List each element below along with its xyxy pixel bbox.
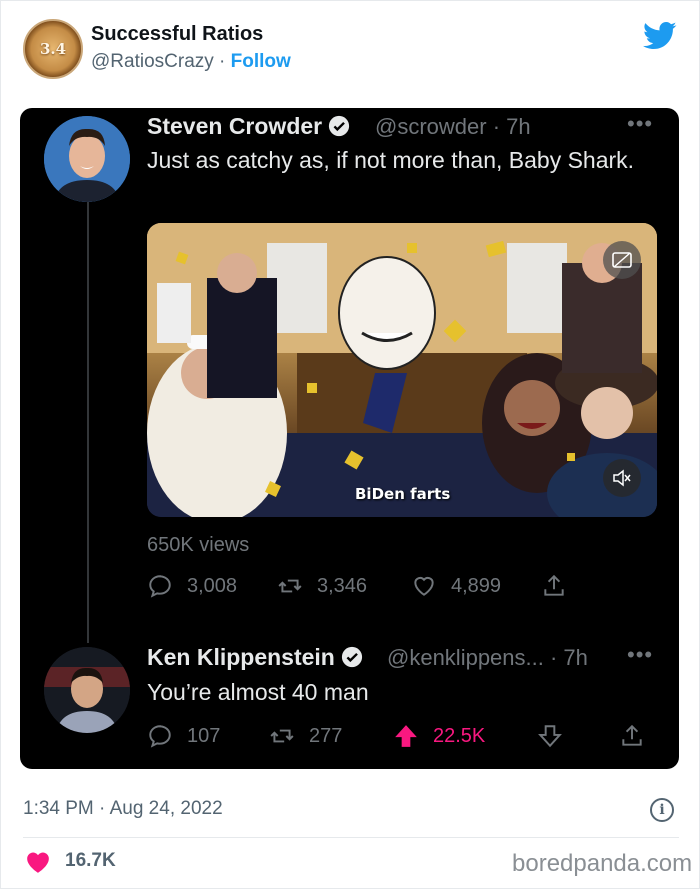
crowder-handle[interactable]: @scrowder · 7h [375,114,531,140]
share-action[interactable] [541,573,581,599]
heart-icon[interactable] [25,850,51,874]
account-handle-line: @RatiosCrazy · Follow [91,51,291,73]
account-avatar[interactable]: 3.4 [23,19,83,79]
crowder-name-row: Steven Crowder [147,113,350,140]
divider [23,837,679,838]
like-total[interactable]: 16.7K [65,850,116,872]
reply-action[interactable]: 3,008 [147,573,237,599]
downvote-action[interactable] [537,723,577,749]
retweet-action[interactable]: 3,346 [277,573,367,599]
klippenstein-avatar[interactable] [44,647,130,733]
crowder-tweet-text: Just as catchy as, if not more than, Bab… [147,147,635,173]
verified-badge-icon [329,115,350,137]
klippenstein-avatar-image [44,647,130,733]
reply-action-2[interactable]: 107 [147,723,220,749]
downvote-arrow-icon [538,725,562,748]
like-icon [414,576,434,596]
info-icon[interactable]: i [650,798,674,822]
mute-icon [613,469,631,487]
like-action[interactable]: 4,899 [411,573,501,599]
upvote-arrow-icon [395,725,417,747]
cc-icon [612,252,632,268]
account-name[interactable]: Successful Ratios [91,23,263,46]
retweet-action-2[interactable]: 277 [269,723,342,749]
twitter-bird-icon[interactable] [643,21,677,51]
avatar-text: 3.4 [39,40,67,58]
verified-badge-icon [341,646,362,668]
post-timestamp[interactable]: 1:34 PM · Aug 24, 2022 [23,798,223,820]
view-count: 650K views [147,534,250,556]
share-icon [622,724,642,746]
follow-button[interactable]: Follow [231,51,291,72]
retweet-count: 3,346 [317,574,368,597]
more-dots-icon[interactable]: ••• [627,642,653,668]
closed-captions-button[interactable] [603,241,641,279]
reply-count: 3,008 [187,574,238,597]
klippenstein-name-row: Ken Klippenstein [147,644,363,671]
crowder-avatar-image [44,116,130,202]
video-frame [147,223,657,517]
share-action-2[interactable] [619,723,659,749]
more-dots-icon[interactable]: ••• [627,111,653,137]
crowder-avatar[interactable] [44,116,130,202]
video-caption: BiDen farts [355,485,451,503]
reply-icon [149,575,171,598]
klippenstein-handle[interactable]: @kenklippens... · 7h [387,645,588,671]
klippenstein-name[interactable]: Ken Klippenstein [147,644,335,670]
mute-button[interactable] [603,459,641,497]
like-count: 4,899 [451,574,502,597]
upvote-count: 22.5K [433,724,486,747]
thread-line [87,201,89,643]
video-player[interactable]: BiDen farts [147,223,657,517]
reply-count-2: 107 [187,724,221,747]
retweet-icon [278,579,302,593]
upvote-action[interactable]: 22.5K [393,723,485,749]
retweet-count-2: 277 [309,724,343,747]
crowder-name[interactable]: Steven Crowder [147,113,322,139]
watermark-brand: boredpanda.com [512,850,693,877]
reply-icon [149,725,171,748]
handle-separator: · [219,51,226,72]
share-icon [544,574,564,596]
account-handle[interactable]: @RatiosCrazy [91,51,214,72]
retweet-icon [270,729,294,743]
embedded-tweet-card: 3.4 Successful Ratios @RatiosCrazy · Fol… [0,0,700,889]
klippenstein-tweet-text: You’re almost 40 man [147,679,369,705]
